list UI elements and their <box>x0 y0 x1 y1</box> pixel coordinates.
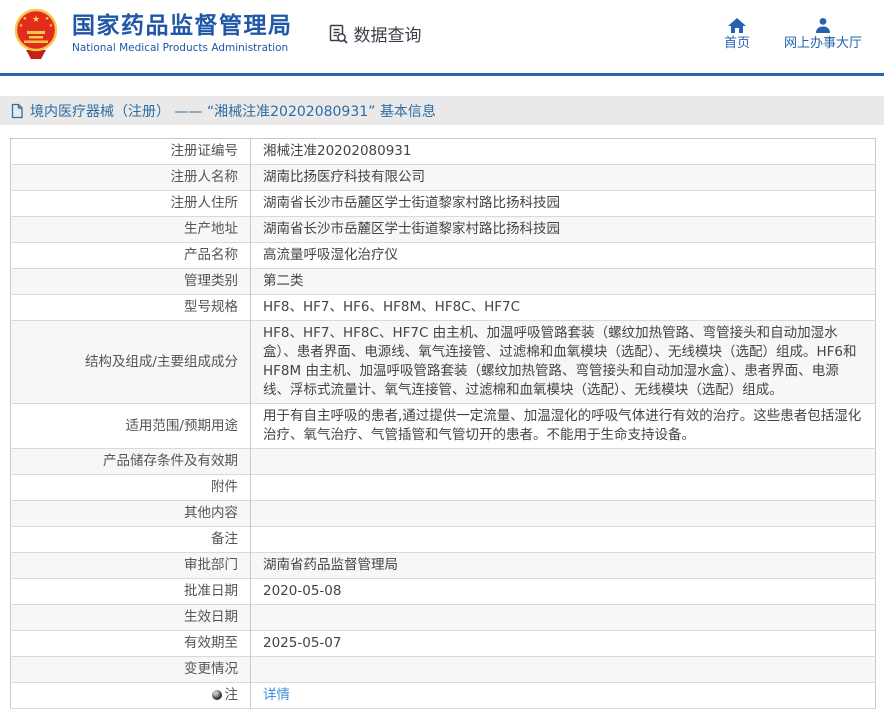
nav-item-home[interactable]: 首页 <box>724 17 750 50</box>
row-label: 型号规格 <box>10 294 251 321</box>
table-row: 型号规格 HF8、HF7、HF6、HF8M、HF8C、HF7C <box>10 294 876 321</box>
info-table-body: 注册证编号 湘械注准20202080931 注册人名称 湖南比扬医疗科技有限公司… <box>10 138 876 709</box>
row-label: 产品储存条件及有效期 <box>10 448 251 475</box>
row-label: 生产地址 <box>10 216 251 243</box>
page-header: ★ ★ ★ ★ ★ 国家药品监督管理局 National Medical Pro… <box>0 0 884 76</box>
org-name-en: National Medical Products Administration <box>72 42 289 55</box>
row-label: 生效日期 <box>10 604 251 631</box>
row-value: 2025-05-07 <box>263 635 342 651</box>
row-label: 注册证编号 <box>10 138 251 165</box>
detail-link[interactable]: 详情 <box>263 687 290 703</box>
row-value: HF8、HF7、HF8C、HF7C 由主机、加温呼吸管路套装（螺纹加热管路、弯管… <box>263 325 857 398</box>
row-value <box>251 605 876 631</box>
row-label: 注册人名称 <box>10 164 251 191</box>
row-label: 备注 <box>10 526 251 553</box>
row-label: 审批部门 <box>10 552 251 579</box>
table-row: 变更情况 <box>10 656 876 683</box>
breadcrumb: 境内医疗器械（注册） —— “湘械注准20202080931” 基本信息 <box>0 96 884 125</box>
row-value: 湖南省长沙市岳麓区学士街道黎家村路比扬科技园 <box>263 221 560 237</box>
row-value: 2020-05-08 <box>263 583 342 599</box>
table-row: 附件 <box>10 474 876 501</box>
svg-text:★: ★ <box>32 15 40 25</box>
registration-info-section: 注册证编号 湘械注准20202080931 注册人名称 湖南比扬医疗科技有限公司… <box>10 138 876 709</box>
user-icon <box>815 18 830 33</box>
row-value: 湖南省药品监督管理局 <box>263 557 398 573</box>
table-row: 产品名称 高流量呼吸湿化治疗仪 <box>10 242 876 269</box>
row-value: 第二类 <box>263 273 304 289</box>
nav-item-label: 网上办事大厅 <box>783 36 862 51</box>
registration-info-table: 注册证编号 湘械注准20202080931 注册人名称 湖南比扬医疗科技有限公司… <box>10 138 876 709</box>
row-label: 批准日期 <box>10 578 251 605</box>
table-row: 有效期至 2025-05-07 <box>10 630 876 657</box>
row-value: HF8、HF7、HF6、HF8M、HF8C、HF7C <box>263 299 521 315</box>
table-row: 适用范围/预期用途 用于有自主呼吸的患者,通过提供一定流量、加温湿化的呼吸气体进… <box>10 403 876 449</box>
table-row: 管理类别 第二类 <box>10 268 876 295</box>
row-label: 注册人住所 <box>10 190 251 217</box>
svg-text:★: ★ <box>23 16 28 22</box>
table-row: 批准日期 2020-05-08 <box>10 578 876 605</box>
table-row: 注 详情 <box>10 682 876 709</box>
org-names: 国家药品监督管理局 National Medical Products Admi… <box>72 13 293 54</box>
row-value: 详情 <box>251 683 876 709</box>
document-search-icon <box>329 24 348 44</box>
note-icon <box>211 690 222 700</box>
data-query-menu[interactable]: 数据查询 <box>327 21 422 46</box>
row-value: 用于有自主呼吸的患者,通过提供一定流量、加温湿化的呼吸气体进行有效的治疗。这些患… <box>263 408 862 443</box>
top-nav: 首页 网上办事大厅 <box>724 17 862 50</box>
table-row: 注册人名称 湖南比扬医疗科技有限公司 <box>10 164 876 191</box>
table-row: 其他内容 <box>10 500 876 527</box>
row-label: 适用范围/预期用途 <box>10 403 251 449</box>
svg-text:★: ★ <box>49 23 54 29</box>
table-row: 生产地址 湖南省长沙市岳麓区学士街道黎家村路比扬科技园 <box>10 216 876 243</box>
row-value <box>251 501 876 527</box>
table-row: 审批部门 湖南省药品监督管理局 <box>10 552 876 579</box>
data-query-label: 数据查询 <box>353 26 422 46</box>
row-value <box>251 449 876 475</box>
site-logo[interactable]: ★ ★ ★ ★ ★ 国家药品监督管理局 National Medical Pro… <box>10 7 293 61</box>
row-value <box>251 475 876 501</box>
nav-item-service-hall[interactable]: 网上办事大厅 <box>784 17 862 50</box>
table-row: 生效日期 <box>10 604 876 631</box>
row-label: 注 <box>10 682 251 709</box>
row-label: 有效期至 <box>10 630 251 657</box>
table-row: 备注 <box>10 526 876 553</box>
national-emblem-icon: ★ ★ ★ ★ ★ <box>14 8 58 59</box>
row-value <box>251 527 876 553</box>
row-label: 产品名称 <box>10 242 251 269</box>
row-value: 湖南比扬医疗科技有限公司 <box>263 169 425 185</box>
home-icon <box>727 18 746 33</box>
row-label: 其他内容 <box>10 500 251 527</box>
svg-text:★: ★ <box>45 16 50 22</box>
row-value: 高流量呼吸湿化治疗仪 <box>263 247 398 263</box>
row-label: 附件 <box>10 474 251 501</box>
row-value: 湘械注准20202080931 <box>263 143 412 159</box>
table-row: 产品储存条件及有效期 <box>10 448 876 475</box>
table-row: 结构及组成/主要组成成分 HF8、HF7、HF8C、HF7C 由主机、加温呼吸管… <box>10 320 876 404</box>
svg-text:★: ★ <box>19 23 24 29</box>
row-label: 管理类别 <box>10 268 251 295</box>
row-label: 变更情况 <box>10 656 251 683</box>
row-value: 湖南省长沙市岳麓区学士街道黎家村路比扬科技园 <box>263 195 560 211</box>
document-icon <box>11 103 23 118</box>
row-label: 结构及组成/主要组成成分 <box>10 320 251 404</box>
org-name-cn: 国家药品监督管理局 <box>72 12 293 39</box>
row-value <box>251 657 876 683</box>
nav-item-label: 首页 <box>723 36 750 51</box>
table-row: 注册人住所 湖南省长沙市岳麓区学士街道黎家村路比扬科技园 <box>10 190 876 217</box>
table-row: 注册证编号 湘械注准20202080931 <box>10 138 876 165</box>
breadcrumb-text: 境内医疗器械（注册） —— “湘械注准20202080931” 基本信息 <box>30 103 436 120</box>
